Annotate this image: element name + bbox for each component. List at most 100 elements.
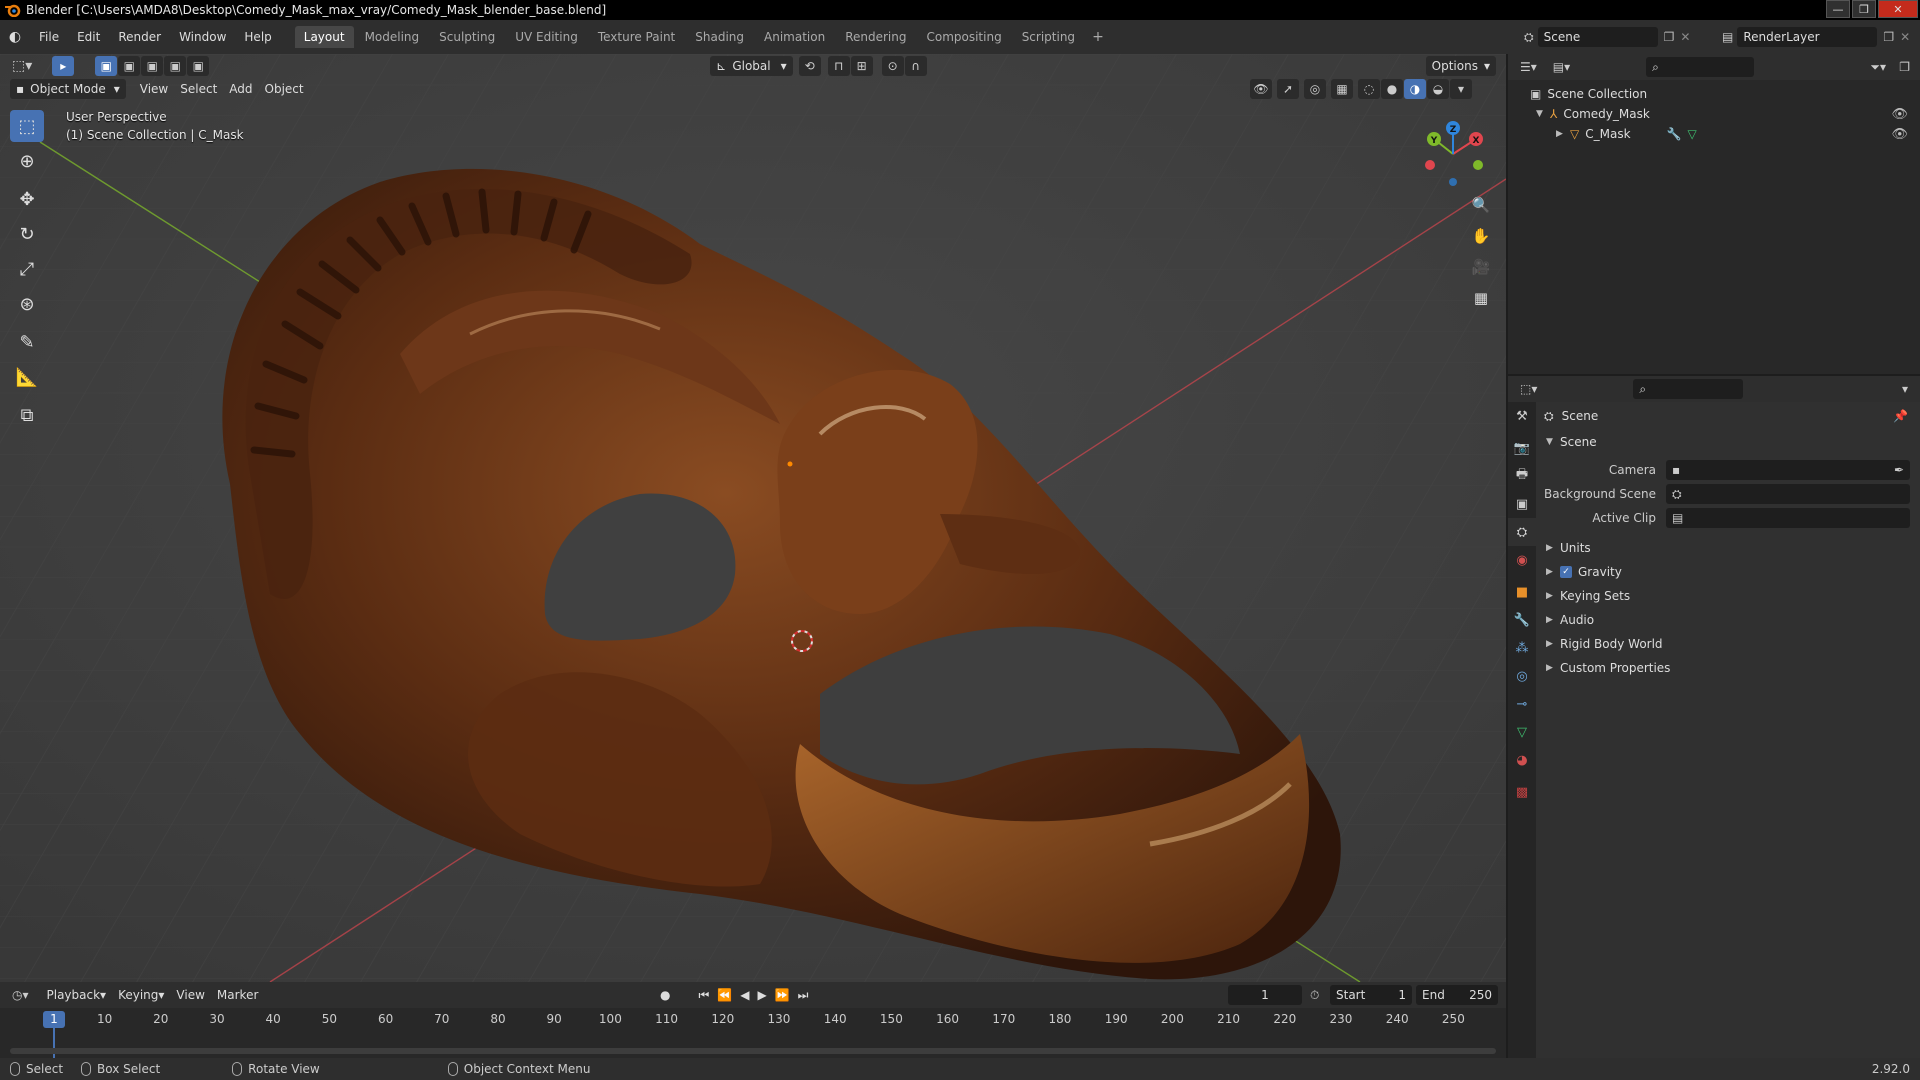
start-frame-field[interactable]: Start 1 [1330, 985, 1412, 1005]
measure-tool-icon[interactable]: 📐 [10, 361, 44, 393]
pan-hand-icon[interactable]: ✋ [1468, 223, 1494, 249]
expand-icon[interactable]: ▼ [1536, 109, 1550, 119]
select-mode-icon[interactable]: ▸ [52, 55, 75, 76]
physics-tab-icon[interactable]: ◎ [1508, 662, 1536, 690]
zoom-icon[interactable]: 🔍 [1468, 192, 1494, 218]
view-layer-tab-icon[interactable]: ▣ [1508, 490, 1536, 518]
tab-animation[interactable]: Animation [755, 26, 834, 48]
texture-tab-icon[interactable]: ▩ [1508, 778, 1536, 806]
3d-viewport[interactable]: ⬚▾ ▸ ▣ ▣ ▣ ▣ ▣ ⊾ Global ▾ ⟲ ⊓ ⊞ ⊙ ∩ Optio… [0, 54, 1506, 982]
gravity-checkbox[interactable]: ✓ [1560, 566, 1572, 578]
display-mode-icon[interactable]: ▤▾ [1553, 60, 1570, 74]
menu-timeline-view[interactable]: View [170, 985, 210, 1005]
tab-texture-paint[interactable]: Texture Paint [589, 26, 684, 48]
menu-playback[interactable]: Playback ▾ [41, 985, 113, 1005]
menu-object[interactable]: Object [259, 79, 310, 99]
current-frame-indicator[interactable]: 1 [43, 1011, 65, 1028]
shading-material-icon[interactable]: ◑ [1404, 78, 1426, 99]
gizmo-toggle-icon[interactable]: ➚ [1277, 78, 1299, 99]
new-collection-icon[interactable]: ❐ [1899, 60, 1910, 74]
material-tab-icon[interactable]: ◕ [1508, 746, 1536, 774]
tab-compositing[interactable]: Compositing [917, 26, 1010, 48]
panel-scene-header[interactable]: ▼ Scene [1536, 430, 1920, 454]
properties-options-icon[interactable]: ▾ [1902, 382, 1908, 396]
jump-start-icon[interactable]: ⏮ [698, 988, 709, 1003]
menu-edit[interactable]: Edit [68, 30, 109, 44]
properties-editor-type-icon[interactable]: ⬚▾ [1520, 382, 1537, 396]
jump-end-icon[interactable]: ⏭ [798, 988, 809, 1003]
menu-marker[interactable]: Marker [211, 985, 264, 1005]
gizmo-neg-z[interactable] [1449, 178, 1457, 186]
object-tab-icon[interactable]: ■ [1508, 578, 1536, 606]
background-scene-field[interactable]: ⛭ [1666, 484, 1910, 504]
tab-uv-editing[interactable]: UV Editing [506, 26, 587, 48]
panel-custom-properties[interactable]: ▶ Custom Properties [1536, 656, 1920, 680]
rotate-tool-icon[interactable]: ↻ [10, 218, 44, 250]
shading-solid-icon[interactable]: ● [1381, 78, 1403, 99]
tree-scene-collection[interactable]: ▣ Scene Collection [1508, 84, 1920, 104]
minimize-button[interactable]: — [1826, 0, 1850, 18]
view-layer-field[interactable]: RenderLayer [1737, 27, 1878, 47]
overlay-toggle-icon[interactable]: ◎ [1304, 78, 1326, 99]
menu-view[interactable]: View [134, 79, 174, 99]
output-tab-icon[interactable]: 🖶 [1508, 462, 1536, 490]
filter-icon[interactable]: ⏷▾ [1870, 60, 1886, 75]
close-button[interactable]: ✕ [1878, 0, 1918, 18]
shading-wireframe-icon[interactable]: ◌ [1358, 78, 1380, 99]
xray-toggle-icon[interactable]: ▦ [1331, 78, 1353, 99]
camera-view-icon[interactable]: 🎥 [1468, 254, 1494, 280]
menu-file[interactable]: File [30, 30, 68, 44]
tab-shading[interactable]: Shading [686, 26, 753, 48]
gizmo-neg-y[interactable] [1473, 160, 1483, 170]
timeline-ruler[interactable]: 1 10 20 30 40 50 60 70 80 90 100 110 120 130 140 150 160… [0, 1008, 1506, 1058]
select-box-tool-icon[interactable]: ⬚ [10, 110, 44, 142]
eyedropper-icon[interactable]: ✒ [1894, 463, 1904, 477]
add-cube-tool-icon[interactable]: ⧉ [10, 399, 44, 431]
scale-tool-icon[interactable]: ⤢ [10, 253, 44, 285]
mesh-data-icon[interactable]: ▽ [1687, 127, 1696, 141]
scene-icon[interactable]: ⛭ [1524, 30, 1534, 45]
constraints-tab-icon[interactable]: ⊸ [1508, 690, 1536, 718]
view-layer-icon[interactable]: ▤ [1722, 30, 1733, 44]
shading-rendered-icon[interactable]: ◒ [1427, 78, 1449, 99]
viewport-scene[interactable] [0, 54, 1506, 982]
delete-view-layer-icon[interactable]: ✕ [1900, 30, 1910, 44]
expand-icon[interactable]: ▶ [1556, 129, 1570, 139]
end-frame-field[interactable]: End 250 [1416, 985, 1498, 1005]
active-clip-field[interactable]: ▤ [1666, 508, 1910, 528]
pivot-point-icon[interactable]: ⟲ [798, 55, 821, 76]
tab-sculpting[interactable]: Sculpting [430, 26, 504, 48]
tree-c-mask[interactable]: ▶ ▽ C_Mask 🔧 ▽ 👁 [1508, 124, 1920, 144]
gizmo-neg-x[interactable] [1425, 160, 1435, 170]
blender-menu-icon[interactable]: ◐ [0, 29, 30, 45]
timeline-editor-type-icon[interactable]: ◷▾ [12, 988, 29, 1002]
menu-render[interactable]: Render [109, 30, 170, 44]
maximize-button[interactable]: ❐ [1852, 0, 1876, 18]
navigation-gizmo[interactable]: X Y Z [1418, 116, 1488, 186]
tab-rendering[interactable]: Rendering [836, 26, 915, 48]
snap-icon[interactable]: ⊓ [827, 55, 850, 76]
properties-search-input[interactable]: ⌕ [1633, 379, 1744, 399]
transform-orientation-dropdown[interactable]: ⊾ Global ▾ [710, 55, 793, 76]
tab-layout[interactable]: Layout [294, 26, 354, 48]
panel-gravity[interactable]: ▶ ✓ Gravity [1536, 560, 1920, 584]
preview-range-icon[interactable]: ⏱ [1310, 988, 1319, 1003]
timeline-scrollbar[interactable] [10, 1048, 1496, 1054]
tab-modeling[interactable]: Modeling [356, 26, 429, 48]
select-new-icon[interactable]: ▣ [95, 55, 118, 76]
scene-tab-icon[interactable]: ⛭ [1508, 518, 1536, 546]
select-invert-icon[interactable]: ▣ [164, 55, 187, 76]
shading-options-icon[interactable]: ▾ [1450, 78, 1472, 99]
visibility-eye-icon[interactable]: 👁 [1891, 107, 1908, 122]
jump-key-forward-icon[interactable]: ⏩ [775, 988, 790, 1002]
play-icon[interactable]: ▶ [757, 988, 766, 1002]
timeline-editor[interactable]: ◷▾ Playback ▾ Keying ▾ View Marker ● ⏮ ⏪… [0, 982, 1506, 1058]
outliner-editor-type-icon[interactable]: ☰▾ [1520, 60, 1537, 74]
menu-keying[interactable]: Keying ▾ [112, 985, 170, 1005]
menu-help[interactable]: Help [235, 30, 280, 44]
particles-tab-icon[interactable]: ⁂ [1508, 634, 1536, 662]
modifier-wrench-icon[interactable]: 🔧 [1667, 127, 1682, 141]
select-extend-icon[interactable]: ▣ [118, 55, 141, 76]
current-frame-field[interactable]: 1 [1228, 985, 1302, 1005]
panel-rigid-body-world[interactable]: ▶ Rigid Body World [1536, 632, 1920, 656]
